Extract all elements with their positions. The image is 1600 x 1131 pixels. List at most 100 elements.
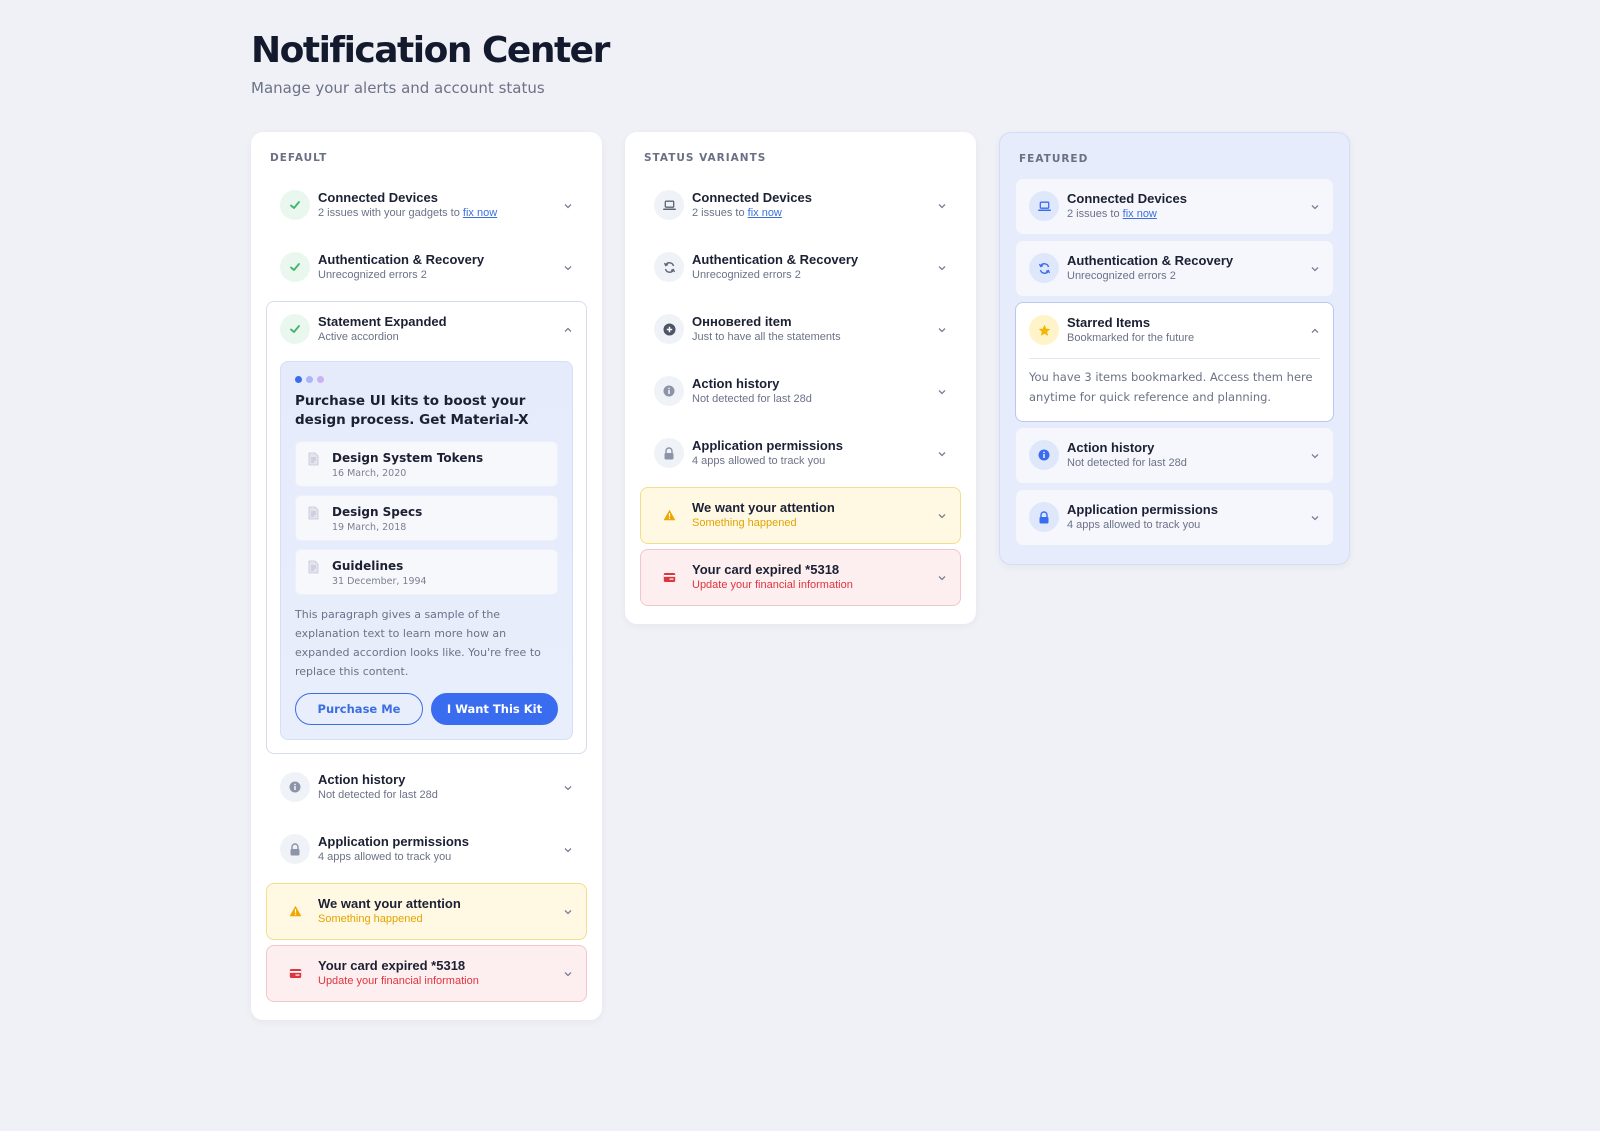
item-title: Action history — [692, 376, 780, 391]
chevron-down-icon[interactable] — [936, 324, 948, 336]
chevron-down-icon[interactable] — [936, 572, 948, 584]
fix-now-link[interactable]: fix now — [1123, 208, 1157, 220]
item-subtitle: 2 issues with your gadgets to fix now — [318, 207, 497, 219]
item-subtitle-text: 2 issues to — [1067, 208, 1123, 220]
chevron-down-icon[interactable] — [562, 844, 574, 856]
featured-panel: FEATURED Connected Devices 2 issues to f… — [999, 132, 1350, 565]
chevron-down-icon[interactable] — [936, 510, 948, 522]
accordion-connected-devices[interactable]: Connected Devices 2 issues with your gad… — [266, 177, 587, 234]
lock-icon — [654, 438, 684, 468]
item-title: Action history — [1067, 440, 1155, 455]
item-title: Action history — [318, 772, 406, 787]
dot[interactable] — [317, 376, 324, 383]
lock-icon — [1029, 502, 1059, 532]
chevron-up-icon[interactable] — [562, 324, 574, 336]
refresh-icon — [654, 252, 684, 282]
item-title: Connected Devices — [1067, 191, 1187, 206]
accordion-starred-items[interactable]: Starred Items Bookmarked for the future … — [1015, 302, 1334, 422]
chevron-down-icon[interactable] — [1309, 263, 1321, 275]
chevron-down-icon[interactable] — [936, 448, 948, 460]
card-icon — [280, 958, 310, 988]
item-subtitle: Just to have all the statements — [692, 331, 841, 343]
dot-active[interactable] — [295, 376, 302, 383]
document-title: Design Specs — [332, 505, 423, 519]
chevron-down-icon[interactable] — [936, 386, 948, 398]
refresh-icon — [1029, 253, 1059, 283]
accordion-action-history[interactable]: Action history Not detected for last 28d — [266, 759, 587, 816]
document-icon — [308, 560, 319, 579]
chevron-down-icon[interactable] — [1309, 201, 1321, 213]
item-subtitle: 4 apps allowed to track you — [692, 455, 826, 467]
status-variants-panel: STATUS VARIANTS Connected Devices 2 issu… — [625, 132, 976, 624]
accordion-authentication[interactable]: Authentication & Recovery Unrecognized e… — [1015, 240, 1334, 297]
accordion-action-history[interactable]: Action history Not detected for last 28d — [640, 363, 961, 420]
item-title: We want your attention — [318, 896, 461, 911]
accordion-attention[interactable]: We want your attention Something happene… — [266, 883, 587, 940]
item-title: Application permissions — [318, 834, 469, 849]
check-icon — [280, 190, 310, 220]
item-title: Application permissions — [692, 438, 843, 453]
chevron-down-icon[interactable] — [562, 906, 574, 918]
laptop-icon — [1029, 191, 1059, 221]
accordion-attention[interactable]: We want your attention Something happene… — [640, 487, 961, 544]
accordion-content: You have 3 items bookmarked. Access them… — [1029, 358, 1320, 421]
laptop-icon — [654, 190, 684, 220]
accordion-statement-expanded[interactable]: Statement Expanded Active accordion Purc… — [266, 301, 587, 754]
item-title: Starred Items — [1067, 315, 1151, 330]
accordion-authentication[interactable]: Authentication & Recovery Unrecognized e… — [266, 239, 587, 296]
chevron-down-icon[interactable] — [562, 262, 574, 274]
accordion-action-history[interactable]: Action history Not detected for last 28d — [1015, 427, 1334, 484]
page-title: Notification Center — [251, 30, 610, 71]
dot[interactable] — [306, 376, 313, 383]
document-item[interactable]: Design System Tokens 16 March, 2020 — [295, 441, 558, 487]
item-subtitle: 4 apps allowed to track you — [1067, 519, 1201, 531]
document-date: 19 March, 2018 — [332, 522, 407, 533]
item-title: Authentication & Recovery — [318, 252, 485, 267]
carousel-dots — [295, 376, 558, 383]
card-icon — [654, 562, 684, 592]
panel-label: DEFAULT — [270, 152, 328, 164]
chevron-down-icon[interactable] — [1309, 512, 1321, 524]
panel-label: STATUS VARIANTS — [644, 152, 767, 164]
accordion-app-permissions[interactable]: Application permissions 4 apps allowed t… — [1015, 489, 1334, 546]
accordion-connected-devices[interactable]: Connected Devices 2 issues to fix now — [640, 177, 961, 234]
item-subtitle: Something happened — [318, 913, 423, 925]
warning-icon — [654, 500, 684, 530]
chevron-down-icon[interactable] — [936, 262, 948, 274]
accordion-app-permissions[interactable]: Application permissions 4 apps allowed t… — [266, 821, 587, 878]
item-subtitle: Unrecognized errors 2 — [1067, 270, 1176, 282]
item-subtitle: 2 issues to fix now — [692, 207, 782, 219]
document-item[interactable]: Guidelines 31 December, 1994 — [295, 549, 558, 595]
document-date: 31 December, 1994 — [332, 576, 427, 587]
lock-icon — [280, 834, 310, 864]
accordion-app-permissions[interactable]: Application permissions 4 apps allowed t… — [640, 425, 961, 482]
info-icon — [280, 772, 310, 802]
fix-now-link[interactable]: fix now — [748, 207, 782, 219]
promo-title: Purchase UI kits to boost your design pr… — [295, 393, 529, 428]
page-subtitle: Manage your alerts and account status — [251, 79, 545, 97]
chevron-up-icon[interactable] — [1309, 325, 1321, 337]
accordion-card-expired[interactable]: Your card expired *5318 Update your fina… — [266, 945, 587, 1002]
chevron-down-icon[interactable] — [562, 782, 574, 794]
accordion-connected-devices[interactable]: Connected Devices 2 issues to fix now — [1015, 178, 1334, 235]
item-title: Your card expired *5318 — [318, 958, 466, 973]
chevron-down-icon[interactable] — [562, 968, 574, 980]
item-title: Application permissions — [1067, 502, 1218, 517]
document-item[interactable]: Design Specs 19 March, 2018 — [295, 495, 558, 541]
warning-icon — [280, 896, 310, 926]
star-icon — [1029, 315, 1059, 345]
item-title: Statement Expanded — [318, 314, 447, 329]
document-icon — [308, 506, 319, 525]
chevron-down-icon[interactable] — [1309, 450, 1321, 462]
chevron-down-icon[interactable] — [562, 200, 574, 212]
purchase-me-button[interactable]: Purchase Me — [295, 693, 423, 725]
accordion-card-expired[interactable]: Your card expired *5318 Update your fina… — [640, 549, 961, 606]
accordion-hovered-item[interactable]: Онновered item Just to have all the stat… — [640, 301, 961, 358]
want-kit-button[interactable]: I Want This Kit — [431, 693, 558, 725]
fix-now-link[interactable]: fix now — [463, 207, 497, 219]
chevron-down-icon[interactable] — [936, 200, 948, 212]
accordion-authentication[interactable]: Authentication & Recovery Unrecognized e… — [640, 239, 961, 296]
item-subtitle: Unrecognized errors 2 — [318, 269, 427, 281]
item-title: Connected Devices — [318, 190, 438, 205]
button-row: Purchase Me I Want This Kit — [295, 693, 558, 725]
